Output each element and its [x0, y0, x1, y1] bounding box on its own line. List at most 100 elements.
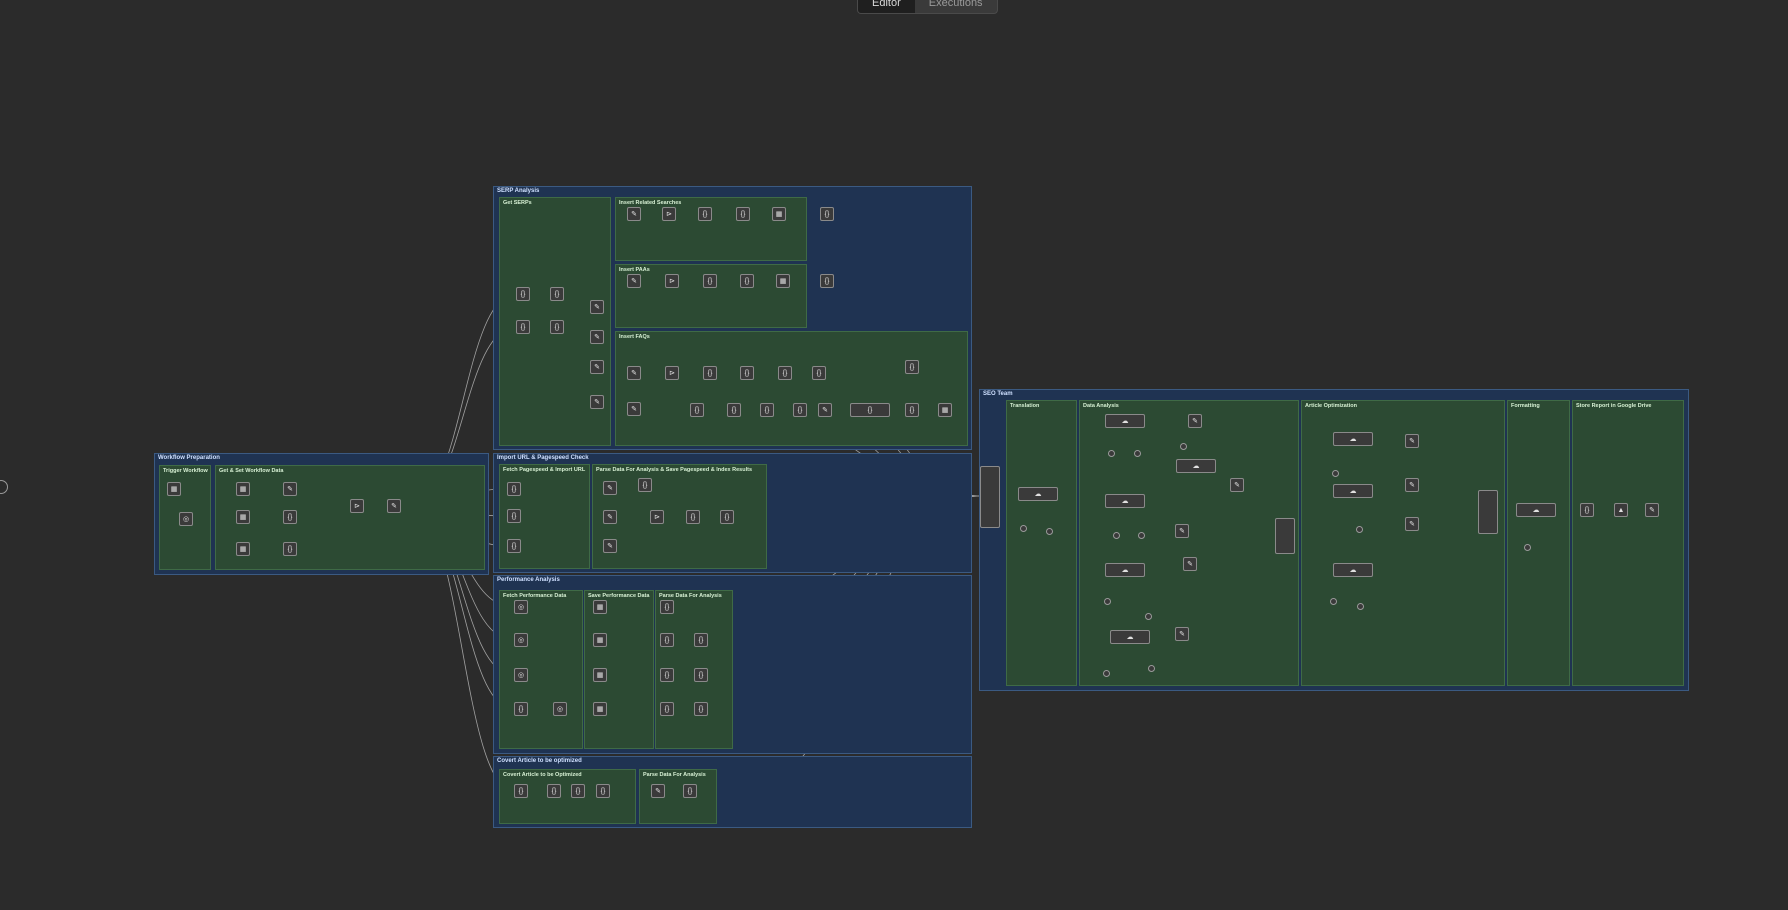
code-node[interactable]: {}: [694, 702, 708, 716]
code-node[interactable]: {}: [727, 403, 741, 417]
http-node[interactable]: ◎: [179, 512, 193, 526]
edit-node[interactable]: ✎: [590, 395, 604, 409]
edit-node[interactable]: ✎: [1230, 478, 1244, 492]
code-node[interactable]: {}: [703, 366, 717, 380]
code-node[interactable]: {}: [514, 784, 528, 798]
sub-node-connector[interactable]: [1134, 450, 1141, 457]
http-node[interactable]: ◎: [514, 668, 528, 682]
merge-node[interactable]: ⊳: [662, 207, 676, 221]
agent-node[interactable]: ☁: [1333, 563, 1373, 577]
sub-node-connector[interactable]: [1138, 532, 1145, 539]
code-node[interactable]: {}: [638, 478, 652, 492]
code-node[interactable]: {}: [550, 287, 564, 301]
code-node[interactable]: {}: [547, 784, 561, 798]
edit-node[interactable]: ✎: [590, 300, 604, 314]
edit-node[interactable]: ✎: [1645, 503, 1659, 517]
sheet-node[interactable]: ▦: [593, 702, 607, 716]
edit-node[interactable]: ✎: [603, 539, 617, 553]
edit-node[interactable]: ✎: [627, 402, 641, 416]
edit-node[interactable]: ✎: [818, 403, 832, 417]
merge-node[interactable]: ⊳: [350, 499, 364, 513]
edit-node[interactable]: ✎: [1188, 414, 1202, 428]
edit-node[interactable]: ✎: [1183, 557, 1197, 571]
sheet-node[interactable]: ▦: [776, 274, 790, 288]
code-node[interactable]: {}: [507, 539, 521, 553]
code-node[interactable]: {}: [660, 668, 674, 682]
code-node[interactable]: {}: [793, 403, 807, 417]
edit-node[interactable]: ✎: [603, 510, 617, 524]
code-node[interactable]: {}: [1580, 503, 1594, 517]
code-node[interactable]: {}: [660, 600, 674, 614]
agent-node[interactable]: ☁: [1105, 563, 1145, 577]
edit-node[interactable]: ✎: [1175, 627, 1189, 641]
sheet-node[interactable]: ▦: [236, 510, 250, 524]
edit-node[interactable]: ✎: [627, 274, 641, 288]
http-node[interactable]: ◎: [553, 702, 567, 716]
sheet-node[interactable]: ▦: [593, 600, 607, 614]
merge-node[interactable]: [1275, 518, 1295, 554]
edit-node[interactable]: ✎: [1175, 524, 1189, 538]
edit-node[interactable]: ✎: [1405, 478, 1419, 492]
merge-node[interactable]: [1478, 490, 1498, 534]
code-node[interactable]: {}: [596, 784, 610, 798]
code-node[interactable]: {}: [686, 510, 700, 524]
code-node[interactable]: {}: [812, 366, 826, 380]
edit-node[interactable]: ✎: [627, 207, 641, 221]
sub-node-connector[interactable]: [1046, 528, 1053, 535]
sheet-node[interactable]: ▦: [593, 633, 607, 647]
sheet-node[interactable]: ▦: [593, 668, 607, 682]
agent-node[interactable]: ☁: [1333, 432, 1373, 446]
code-node[interactable]: {}: [820, 207, 834, 221]
merge-node[interactable]: [980, 466, 1000, 528]
http-node[interactable]: ◎: [514, 633, 528, 647]
code-node[interactable]: {}: [698, 207, 712, 221]
agent-node[interactable]: ☁: [1105, 414, 1145, 428]
sub-node-connector[interactable]: [1330, 598, 1337, 605]
agent-node[interactable]: ☁: [1176, 459, 1216, 473]
code-node[interactable]: {}: [760, 403, 774, 417]
merge-node[interactable]: ⊳: [665, 366, 679, 380]
agent-node[interactable]: ☁: [1516, 503, 1556, 517]
sheet-node[interactable]: ▦: [772, 207, 786, 221]
sub-node-connector[interactable]: [1357, 603, 1364, 610]
code-node[interactable]: {}: [740, 366, 754, 380]
edit-node[interactable]: ✎: [1405, 517, 1419, 531]
code-node[interactable]: {}: [550, 320, 564, 334]
edit-node[interactable]: ✎: [387, 499, 401, 513]
code-node[interactable]: {}: [703, 274, 717, 288]
code-node[interactable]: {}: [660, 633, 674, 647]
code-node[interactable]: {}: [571, 784, 585, 798]
code-node[interactable]: {}: [905, 403, 919, 417]
sub-node-connector[interactable]: [1103, 670, 1110, 677]
sub-node-connector[interactable]: [1356, 526, 1363, 533]
code-node[interactable]: {}: [820, 274, 834, 288]
drive-node[interactable]: ▲: [1614, 503, 1628, 517]
sub-node-connector[interactable]: [1180, 443, 1187, 450]
sub-node-connector[interactable]: [1108, 450, 1115, 457]
merge-node[interactable]: ⊳: [650, 510, 664, 524]
edit-node[interactable]: ✎: [590, 330, 604, 344]
agent-node[interactable]: ☁: [1333, 484, 1373, 498]
code-node[interactable]: {}: [514, 702, 528, 716]
edit-node[interactable]: ✎: [603, 481, 617, 495]
code-node[interactable]: {}: [690, 403, 704, 417]
code-node[interactable]: {}: [850, 403, 890, 417]
edit-node[interactable]: ✎: [627, 366, 641, 380]
agent-node[interactable]: ☁: [1110, 630, 1150, 644]
code-node[interactable]: {}: [905, 360, 919, 374]
code-node[interactable]: {}: [516, 287, 530, 301]
code-node[interactable]: {}: [736, 207, 750, 221]
code-node[interactable]: {}: [778, 366, 792, 380]
sub-node-connector[interactable]: [1145, 613, 1152, 620]
agent-node[interactable]: ☁: [1018, 487, 1058, 501]
code-node[interactable]: {}: [694, 668, 708, 682]
edit-node[interactable]: ✎: [1405, 434, 1419, 448]
sub-node-connector[interactable]: [1113, 532, 1120, 539]
sheet-node[interactable]: ▦: [167, 482, 181, 496]
sheet-node[interactable]: ▦: [236, 482, 250, 496]
sheet-node[interactable]: ▦: [236, 542, 250, 556]
sub-node-connector[interactable]: [1148, 665, 1155, 672]
code-node[interactable]: {}: [507, 509, 521, 523]
code-node[interactable]: {}: [720, 510, 734, 524]
edit-node[interactable]: ✎: [590, 360, 604, 374]
